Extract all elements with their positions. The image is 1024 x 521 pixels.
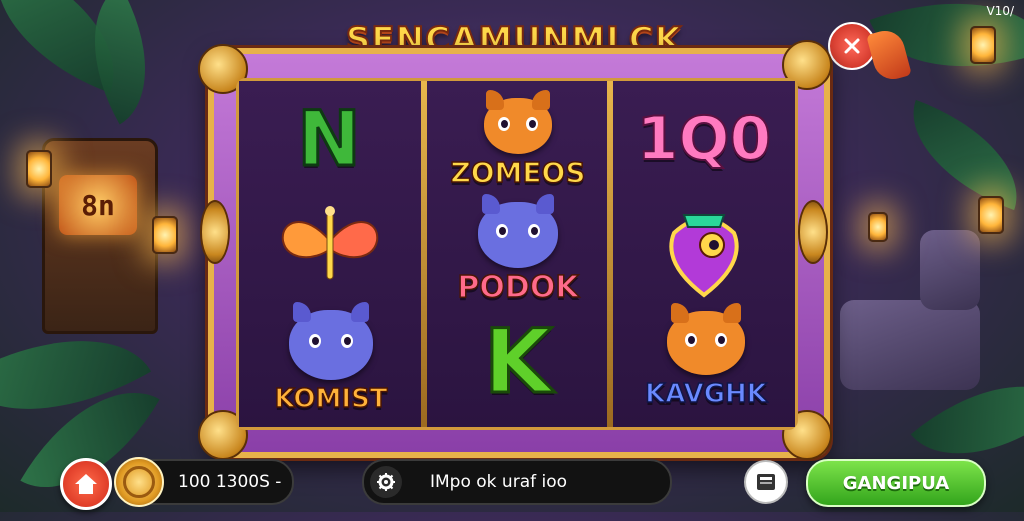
frame-ornament <box>798 200 828 264</box>
version-label: V10/ <box>986 4 1014 18</box>
creature-ear <box>723 303 741 323</box>
symbol-letter-k: K <box>482 308 553 414</box>
creature-eye <box>498 116 510 131</box>
creature-eye <box>496 223 508 238</box>
spin-button[interactable]: GANGIPUA <box>806 459 986 507</box>
leaf-decoration <box>891 99 1024 211</box>
lantern <box>978 196 1004 234</box>
settings-button[interactable] <box>370 466 402 498</box>
lantern <box>970 26 996 64</box>
balance-text: 100 1300S - <box>178 472 282 492</box>
creature-eye <box>528 223 540 238</box>
creature-ear <box>351 302 369 322</box>
lantern <box>26 150 52 188</box>
creature-face <box>289 302 373 380</box>
gear-icon <box>377 473 395 491</box>
symbol-creature-blue: KOMIST <box>261 302 401 421</box>
creature-face <box>667 303 745 375</box>
stone-ruin <box>840 300 980 390</box>
arcade-screen: 8n <box>59 175 137 235</box>
symbol-label: KAVGHK <box>644 378 767 410</box>
reel-divider <box>607 81 613 427</box>
creature-eye <box>715 332 727 347</box>
butterfly-icon <box>281 206 379 280</box>
balance-display: 100 1300S - <box>114 457 294 507</box>
creature-ear <box>532 89 550 110</box>
creature-eye <box>341 333 353 348</box>
creature-ear <box>671 303 689 323</box>
lantern <box>868 212 888 242</box>
symbol-creature-orange: KAVGHK <box>623 303 789 415</box>
symbol-creature-blue: PODOK <box>433 193 603 307</box>
creature-eye <box>526 116 538 131</box>
lantern <box>152 216 178 254</box>
home-icon <box>75 474 97 494</box>
symbol-letter-n: N <box>296 92 363 184</box>
symbol-label: ZOMEOS <box>450 155 587 190</box>
symbol-label: PODOK <box>457 269 580 306</box>
reel-divider <box>421 81 427 427</box>
creature-face <box>484 89 552 154</box>
menu-button[interactable] <box>744 460 788 504</box>
frame-ornament <box>200 200 230 264</box>
message-bar: IMpo ok uraf ioo <box>362 459 672 505</box>
creature-eye <box>685 332 697 347</box>
creature-ear <box>486 89 504 110</box>
close-icon <box>844 38 860 54</box>
symbol-label: KOMIST <box>274 383 389 415</box>
symbol-creature-orange: ZOMEOS <box>433 89 603 195</box>
symbol-butterfly <box>275 201 385 291</box>
coin-icon <box>114 457 164 507</box>
gem-icon <box>669 214 739 298</box>
symbol-number: 1Q0 <box>636 103 773 175</box>
creature-face <box>478 193 558 268</box>
stone-ruin <box>920 230 980 310</box>
message-text: IMpo ok uraf ioo <box>430 472 568 492</box>
home-button[interactable] <box>60 458 112 510</box>
creature-eye <box>309 333 321 348</box>
arcade-machine: 8n <box>42 138 158 334</box>
symbol-gem <box>649 201 759 301</box>
creature-ear <box>293 302 311 322</box>
reels-area: N KOMIST ZOMEOS PODOK K 1Q0 KAVGHK <box>236 78 798 430</box>
menu-icon <box>757 474 775 490</box>
